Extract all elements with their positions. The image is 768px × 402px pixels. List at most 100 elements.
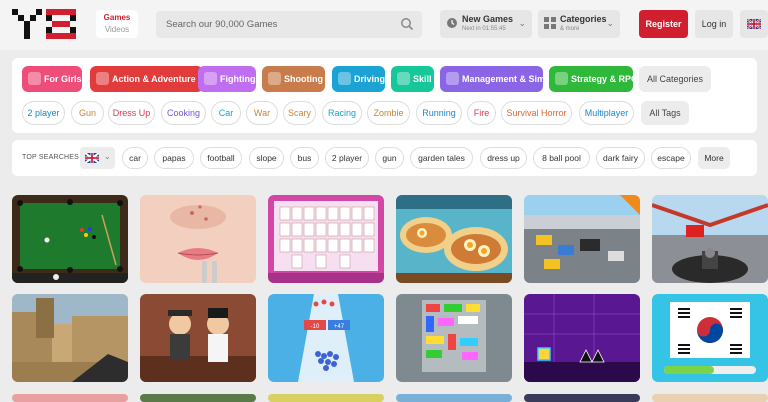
uk-flag-icon — [747, 19, 761, 29]
category-management-sim[interactable]: Management & Sim — [440, 66, 545, 92]
category-action-adventure[interactable]: Action & Adventure — [90, 66, 203, 92]
games-videos-toggle[interactable]: Games Videos — [96, 10, 138, 38]
mahjong-board-image — [268, 195, 384, 283]
chevron-down-icon: ⌄ — [104, 152, 111, 161]
all-categories-button[interactable]: All Categories — [639, 66, 711, 92]
tag-dress-up[interactable]: Dress Up — [108, 101, 155, 125]
top-searches-bar: TOP SEARCHES ⌄ car papas football slope … — [12, 140, 757, 176]
new-games-title: New Games — [462, 14, 514, 24]
category-strategy-rpg[interactable]: Strategy & RPG — [549, 66, 638, 92]
top-search-item[interactable]: papas — [154, 147, 194, 169]
chevron-down-icon: ⌄ — [518, 18, 526, 28]
top-search-item[interactable]: slope — [249, 147, 284, 169]
grid-icon — [544, 17, 556, 29]
desert-shooter-image — [12, 294, 128, 382]
game-thumb-geometry-dash[interactable] — [524, 294, 640, 382]
category-skill[interactable]: Skill — [391, 66, 434, 92]
game-thumb-mahjong[interactable] — [268, 195, 384, 283]
top-search-item[interactable]: car — [122, 147, 148, 169]
category-panel: For Girls Action & Adventure Fighting Sh… — [12, 58, 757, 133]
game-thumb-face-doctor[interactable] — [140, 195, 256, 283]
new-games-countdown: Next in 01:55:45 — [462, 26, 506, 32]
tag-scary[interactable]: Scary — [283, 101, 316, 125]
geometry-dash-image — [524, 294, 640, 382]
game-thumb-flag-quiz[interactable] — [652, 294, 768, 382]
tag-racing[interactable]: Racing — [322, 101, 362, 125]
site-logo[interactable] — [12, 9, 78, 39]
tag-2-player[interactable]: 2 player — [22, 101, 65, 125]
tag-fire[interactable]: Fire — [467, 101, 496, 125]
top-searches-label: TOP SEARCHES — [22, 154, 79, 161]
category-fighting[interactable]: Fighting — [198, 66, 256, 92]
game-thumb-partial[interactable] — [12, 394, 128, 402]
top-search-item[interactable]: gun — [375, 147, 404, 169]
language-selector[interactable] — [740, 10, 768, 38]
more-searches-button[interactable]: More — [698, 147, 730, 169]
game-thumb-car-parking[interactable] — [524, 195, 640, 283]
top-search-item[interactable]: bus — [290, 147, 319, 169]
game-thumb-partial[interactable] — [396, 394, 512, 402]
heart-icon — [28, 72, 41, 85]
category-for-girls[interactable]: For Girls — [22, 66, 82, 92]
categories-dropdown[interactable]: Categories & more ⌄ — [538, 10, 620, 38]
search-language-selector[interactable]: ⌄ — [80, 147, 115, 169]
game-thumb-ramen[interactable] — [396, 195, 512, 283]
game-thumb-moto-rider[interactable] — [652, 195, 768, 283]
korea-flag-image — [652, 294, 768, 382]
tag-cooking[interactable]: Cooking — [161, 101, 206, 125]
category-shooting[interactable]: Shooting — [262, 66, 325, 92]
categories-subtitle: & more — [560, 26, 580, 32]
controller-icon — [446, 72, 459, 85]
top-search-item[interactable]: 8 ball pool — [533, 147, 590, 169]
game-thumb-cartoon-duel[interactable] — [140, 294, 256, 382]
tag-running[interactable]: Running — [416, 101, 462, 125]
tag-multiplayer[interactable]: Multiplayer — [579, 101, 634, 125]
tag-survival-horror[interactable]: Survival Horror — [501, 101, 572, 125]
flag-icon — [338, 72, 351, 85]
chevron-down-icon: ⌄ — [606, 18, 614, 28]
crowd-runner-image: -10 +47 — [268, 294, 384, 382]
face-closeup-image — [140, 195, 256, 283]
top-search-item[interactable]: dress up — [480, 147, 527, 169]
top-search-item[interactable]: football — [200, 147, 242, 169]
pool-table-image — [12, 195, 128, 283]
search-placeholder: Search our 90,000 Games — [166, 19, 278, 30]
game-thumb-partial[interactable] — [268, 394, 384, 402]
chess-icon — [555, 72, 568, 85]
search-input[interactable]: Search our 90,000 Games — [156, 11, 422, 38]
header: Games Videos Search our 90,000 Games New… — [0, 0, 768, 50]
sword-icon — [96, 72, 109, 85]
game-thumb-counter-strike[interactable] — [12, 294, 128, 382]
top-search-item[interactable]: 2 player — [325, 147, 369, 169]
search-icon[interactable] — [400, 17, 414, 31]
svg-text:+47: +47 — [334, 324, 345, 330]
new-games-dropdown[interactable]: New Games Next in 01:55:45 ⌄ — [440, 10, 532, 38]
all-tags-button[interactable]: All Tags — [641, 101, 689, 125]
tag-gun[interactable]: Gun — [71, 101, 104, 125]
tag-car[interactable]: Car — [211, 101, 241, 125]
top-search-item[interactable]: dark fairy — [596, 147, 645, 169]
game-thumb-count-masters[interactable]: -10 +47 — [268, 294, 384, 382]
game-thumb-partial[interactable] — [652, 394, 768, 402]
top-search-item[interactable]: escape — [651, 147, 691, 169]
login-button[interactable]: Log in — [695, 10, 733, 38]
games-tab[interactable]: Games — [96, 10, 138, 22]
parking-jam-image — [396, 294, 512, 382]
parking-lot-image — [524, 195, 640, 283]
game-thumb-partial[interactable] — [524, 394, 640, 402]
tag-zombie[interactable]: Zombie — [367, 101, 410, 125]
svg-text:-10: -10 — [311, 324, 320, 330]
category-driving[interactable]: Driving — [332, 66, 385, 92]
categories-title: Categories — [560, 14, 607, 24]
motorbike-bridge-image — [652, 195, 768, 283]
uk-flag-icon — [85, 153, 99, 163]
game-thumb-parking-jam[interactable] — [396, 294, 512, 382]
game-thumb-8-ball-pool[interactable] — [12, 195, 128, 283]
person-icon — [397, 72, 410, 85]
videos-tab[interactable]: Videos — [96, 22, 138, 34]
tag-war[interactable]: War — [246, 101, 278, 125]
register-button[interactable]: Register — [639, 10, 688, 38]
crossed-swords-icon — [204, 72, 217, 85]
top-search-item[interactable]: garden tales — [410, 147, 473, 169]
game-thumb-partial[interactable] — [140, 394, 256, 402]
